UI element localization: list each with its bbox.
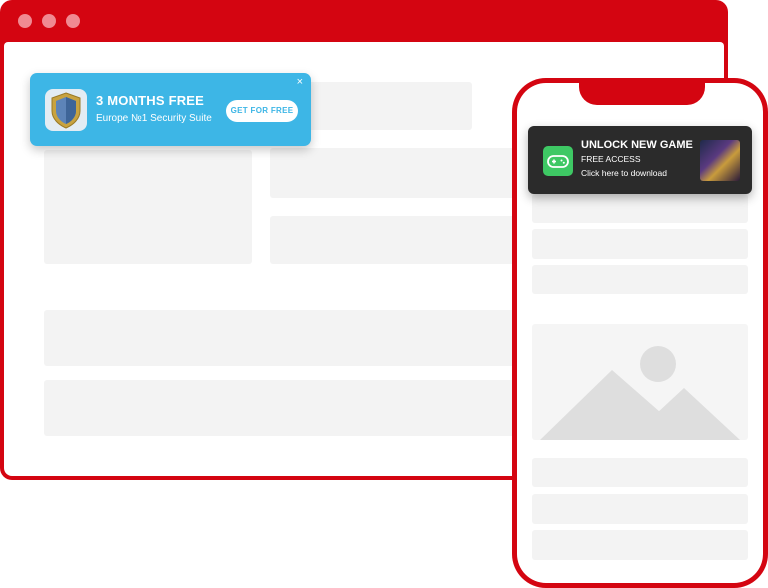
content-placeholder bbox=[44, 380, 520, 436]
phone-notch bbox=[579, 83, 705, 105]
desktop-push-notification[interactable]: 3 MONTHS FREE Europe №1 Security Suite G… bbox=[30, 73, 311, 146]
push-subtitle: Europe №1 Security Suite bbox=[96, 113, 212, 124]
shield-icon bbox=[45, 89, 87, 131]
push-title: 3 MONTHS FREE bbox=[96, 93, 205, 108]
content-placeholder bbox=[270, 148, 520, 198]
image-placeholder bbox=[532, 324, 748, 440]
content-placeholder bbox=[44, 150, 252, 264]
content-placeholder bbox=[532, 530, 748, 560]
gamepad-icon bbox=[543, 146, 573, 176]
close-icon[interactable]: × bbox=[297, 76, 303, 88]
push-title: UNLOCK NEW GAME bbox=[581, 139, 693, 151]
push-subtitle: FREE ACCESS bbox=[581, 154, 641, 164]
content-placeholder bbox=[270, 216, 520, 264]
get-for-free-button[interactable]: GET FOR FREE bbox=[226, 100, 298, 122]
content-placeholder bbox=[532, 265, 748, 294]
content-placeholder bbox=[44, 310, 520, 366]
push-cta-text[interactable]: Click here to download bbox=[581, 168, 667, 178]
game-thumbnail bbox=[700, 140, 740, 181]
window-dot bbox=[18, 14, 32, 28]
content-placeholder bbox=[532, 458, 748, 487]
content-placeholder bbox=[532, 229, 748, 259]
window-dot bbox=[42, 14, 56, 28]
content-placeholder bbox=[532, 494, 748, 524]
mobile-push-notification[interactable]: UNLOCK NEW GAME FREE ACCESS Click here t… bbox=[528, 126, 752, 194]
content-placeholder bbox=[532, 194, 748, 223]
window-dot bbox=[66, 14, 80, 28]
